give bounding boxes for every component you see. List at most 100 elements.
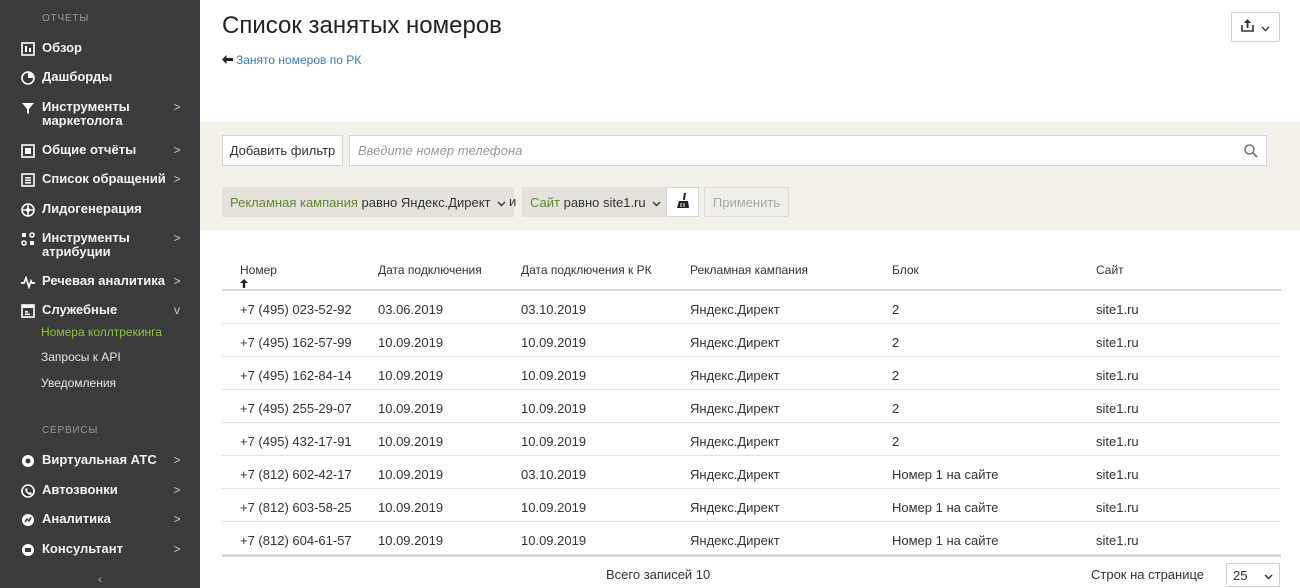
rows-per-page-value: 25: [1233, 567, 1248, 583]
sidebar-subitem-api-requests[interactable]: Запросы к API: [41, 350, 121, 364]
cell-number: +7 (495) 023-52-92: [240, 302, 352, 317]
section-services-heading: СЕРВИСЫ: [42, 425, 99, 436]
sidebar-item-analytics[interactable]: Аналитика >: [0, 512, 200, 528]
sidebar-item-consultant[interactable]: Консультант >: [0, 542, 200, 558]
cell-number: +7 (812) 604-61-57: [240, 533, 352, 548]
cell-block: Номер 1 на сайте: [892, 533, 999, 548]
table-row[interactable]: +7 (812) 603-58-25 10.09.2019 10.09.2019 Ян…: [222, 489, 1281, 522]
sidebar-subitem-calltracking-numbers[interactable]: Номера коллтрекинга: [41, 325, 162, 339]
analytics-icon: [20, 512, 36, 528]
sidebar-item-label: Список обращений: [42, 171, 166, 186]
sidebar-item-label: Консультант: [42, 541, 123, 556]
column-header-campaign-connect-date[interactable]: Дата подключения к РК: [521, 263, 652, 277]
filter-chip-campaign[interactable]: Рекламная кампания равно Яндекс.Директ: [222, 187, 514, 217]
reports-icon: [20, 143, 36, 159]
table-row[interactable]: +7 (495) 432-17-91 10.09.2019 10.09.2019 Ян…: [222, 423, 1281, 456]
sidebar-collapse-button[interactable]: ‹: [0, 570, 200, 588]
sidebar-item-requests-list[interactable]: Список обращений >: [0, 172, 200, 188]
chevron-down-icon: [497, 195, 506, 210]
filter-panel: Добавить фильтр Рекламная кампания равно…: [200, 122, 1300, 230]
sidebar-item-arrow: >: [173, 483, 181, 497]
filter-chip-field: Рекламная кампания: [230, 194, 358, 210]
column-header-number[interactable]: Номер: [240, 263, 277, 277]
sidebar-item-label: Дашборды: [42, 69, 113, 84]
sidebar-item-leadgen[interactable]: Лидогенерация: [0, 202, 200, 218]
sidebar-subitem-notifications[interactable]: Уведомления: [41, 376, 116, 390]
cell-block: 2: [892, 368, 900, 383]
cell-campaign-connect-date: 10.09.2019: [521, 401, 587, 416]
total-records: Всего записей 10: [606, 567, 711, 582]
cell-site: site1.ru: [1096, 302, 1139, 317]
column-header-site[interactable]: Сайт: [1096, 263, 1124, 277]
export-button[interactable]: [1231, 12, 1280, 42]
sidebar-item-service[interactable]: Служебные v: [0, 303, 200, 319]
search-icon[interactable]: [1236, 136, 1266, 165]
column-header-connect-date[interactable]: Дата подключения: [378, 263, 482, 277]
table-row[interactable]: +7 (495) 162-57-99 10.09.2019 10.09.2019 Ян…: [222, 324, 1281, 357]
sidebar-item-general-reports[interactable]: Общие отчёты >: [0, 143, 200, 159]
cell-number: +7 (495) 432-17-91: [240, 434, 352, 449]
cell-campaign-connect-date: 10.09.2019: [521, 368, 587, 383]
sidebar-item-arrow: >: [173, 100, 181, 114]
table-row[interactable]: +7 (495) 162-84-14 10.09.2019 10.09.2019 Ян…: [222, 357, 1281, 390]
cell-connect-date: 10.09.2019: [378, 533, 444, 548]
broom-icon: [676, 192, 690, 212]
sidebar-item-label: Аналитика: [42, 511, 111, 526]
sidebar-item-dashboards[interactable]: Дашборды: [0, 70, 200, 86]
sidebar-item-marketer-tools[interactable]: Инструменты маркетолога >: [0, 100, 200, 128]
filter-chip-site[interactable]: Сайт равно site1.ru: [522, 187, 669, 217]
back-link-label: Занято номеров по РК: [236, 52, 362, 67]
table-row[interactable]: +7 (495) 023-52-92 03.06.2019 03.10.2019 Ян…: [222, 291, 1281, 324]
clear-filters-button[interactable]: [666, 187, 699, 217]
sidebar: ОТЧЕТЫ Обзор Дашборды Инструменты маркет…: [0, 0, 200, 588]
table-row[interactable]: +7 (812) 604-61-57 10.09.2019 10.09.2019 Ян…: [222, 522, 1281, 555]
cell-connect-date: 03.06.2019: [378, 302, 444, 317]
table-row[interactable]: +7 (495) 255-29-07 10.09.2019 10.09.2019 Ян…: [222, 390, 1281, 423]
apply-button[interactable]: Применить: [704, 187, 789, 217]
table-row[interactable]: +7 (812) 602-42-17 10.09.2019 03.10.2019 Ян…: [222, 456, 1281, 489]
cell-connect-date: 10.09.2019: [378, 401, 444, 416]
sidebar-item-arrow: >: [173, 143, 181, 157]
cell-campaign-connect-date: 10.09.2019: [521, 434, 587, 449]
cell-connect-date: 10.09.2019: [378, 368, 444, 383]
sidebar-item-arrow: v: [174, 303, 180, 317]
cell-campaign: Яндекс.Директ: [690, 533, 780, 548]
cell-site: site1.ru: [1096, 368, 1139, 383]
rows-per-page-select[interactable]: 25: [1226, 563, 1280, 587]
sort-ascending-icon: [240, 276, 248, 291]
filter-chip-field: Сайт: [530, 194, 560, 210]
column-header-block[interactable]: Блок: [892, 263, 919, 277]
cell-campaign: Яндекс.Директ: [690, 335, 780, 350]
back-link[interactable]: Занято номеров по РК: [222, 52, 361, 67]
sidebar-item-autocalls[interactable]: Автозвонки >: [0, 483, 200, 499]
cell-block: 2: [892, 335, 900, 350]
cell-campaign-connect-date: 03.10.2019: [521, 302, 587, 317]
export-icon: [1241, 19, 1254, 35]
cell-site: site1.ru: [1096, 335, 1139, 350]
cell-block: 2: [892, 302, 900, 317]
sidebar-item-label: Инструменты атрибуции: [42, 230, 130, 259]
sidebar-item-label: Речевая аналитика: [42, 273, 165, 288]
table-header: Номер Дата подключения Дата подключения …: [222, 250, 1281, 291]
sidebar-item-arrow: >: [173, 172, 181, 186]
sidebar-item-arrow: >: [173, 542, 181, 556]
cell-site: site1.ru: [1096, 434, 1139, 449]
cell-block: 2: [892, 434, 900, 449]
sidebar-item-speech-analytics[interactable]: Речевая аналитика >: [0, 274, 200, 290]
sidebar-item-attribution-tools[interactable]: Инструменты атрибуции >: [0, 231, 200, 259]
sidebar-item-label: Виртуальная АТС: [42, 452, 157, 467]
sidebar-item-overview[interactable]: Обзор: [0, 41, 200, 57]
add-filter-button[interactable]: Добавить фильтр: [222, 135, 343, 166]
sidebar-item-virtual-pbx[interactable]: Виртуальная АТС >: [0, 453, 200, 469]
phone-search-input[interactable]: [350, 136, 1236, 165]
filter-funnel-icon: [20, 100, 36, 116]
main-content: Список занятых номеров Занято номеров по…: [200, 0, 1300, 588]
cell-site: site1.ru: [1096, 401, 1139, 416]
column-header-campaign[interactable]: Рекламная кампания: [690, 263, 808, 277]
sidebar-item-label: Лидогенерация: [42, 201, 142, 216]
numbers-table: Номер Дата подключения Дата подключения …: [222, 250, 1281, 555]
cell-campaign-connect-date: 03.10.2019: [521, 467, 587, 482]
cell-campaign: Яндекс.Директ: [690, 467, 780, 482]
cell-number: +7 (495) 162-84-14: [240, 368, 352, 383]
leadgen-icon: [20, 202, 36, 218]
